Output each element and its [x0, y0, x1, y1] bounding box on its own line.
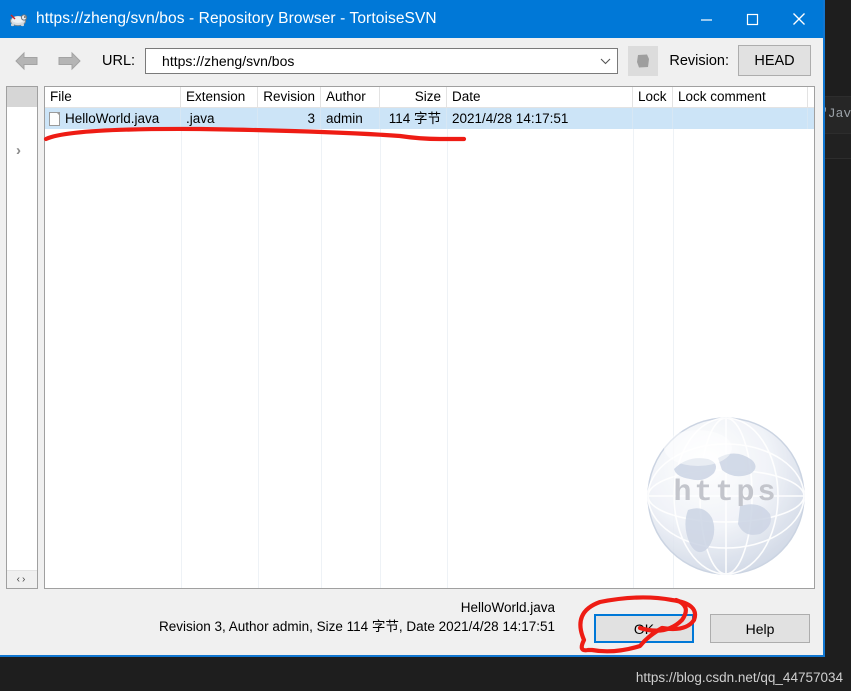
grid-line — [633, 108, 634, 588]
back-arrow-icon — [15, 51, 38, 70]
status-text-block: HelloWorld.java Revision 3, Author admin… — [0, 598, 555, 636]
revision-head-button[interactable]: HEAD — [738, 45, 811, 76]
grid-line — [181, 108, 182, 588]
column-header-size[interactable]: Size — [380, 87, 447, 107]
grid-line — [447, 108, 448, 588]
repository-browser-window: https://zheng/svn/bos - Repository Brows… — [0, 0, 825, 657]
grid-line — [258, 108, 259, 588]
column-header-date[interactable]: Date — [447, 87, 633, 107]
cell-date: 2021/4/28 14:17:51 — [447, 108, 633, 129]
close-button[interactable] — [775, 0, 823, 38]
grid-line — [380, 108, 381, 588]
tortoise-svn-icon — [9, 10, 28, 28]
revision-label: Revision: — [669, 52, 729, 69]
column-header-file[interactable]: File — [45, 87, 181, 107]
blog-url-watermark: https://blog.csdn.net/qq_44757034 — [635, 670, 843, 685]
tree-pane-body[interactable]: › — [7, 107, 37, 570]
repository-tree-pane[interactable]: › ‹ › — [6, 86, 38, 589]
tree-horizontal-scrollbar[interactable]: ‹ › — [7, 570, 37, 588]
cell-lock — [633, 108, 673, 129]
ok-button[interactable]: OK — [594, 614, 694, 643]
status-file-name: HelloWorld.java — [460, 600, 555, 615]
column-header-lock[interactable]: Lock — [633, 87, 673, 107]
repository-file-list[interactable]: File Extension Revision Author Size Date Lock L… — [44, 86, 815, 589]
cell-file: HelloWorld.java — [45, 108, 181, 129]
tree-expander-icon[interactable]: › — [16, 142, 21, 159]
url-toolbar: URL: https://zheng/svn/bos Revision: HEA… — [0, 38, 823, 83]
cell-extension: .java — [181, 108, 258, 129]
status-bar: HelloWorld.java Revision 3, Author admin… — [0, 593, 823, 655]
file-icon — [49, 111, 60, 126]
grid-line — [321, 108, 322, 588]
url-label: URL: — [102, 52, 136, 69]
forward-button[interactable] — [50, 45, 88, 76]
url-combobox[interactable]: https://zheng/svn/bos — [145, 47, 619, 74]
maximize-button[interactable] — [729, 0, 775, 38]
cell-size: 114 字节 — [380, 108, 447, 129]
refresh-icon — [637, 54, 650, 67]
help-button[interactable]: Help — [710, 614, 810, 643]
table-row[interactable]: HelloWorld.java .java 3 admin 114 字节 2021/4/2… — [45, 108, 814, 129]
status-file-detail: Revision 3, Author admin, Size 114 字节, D… — [159, 619, 555, 634]
chevron-down-icon[interactable] — [593, 49, 617, 73]
window-controls — [683, 0, 823, 38]
cell-author: admin — [321, 108, 380, 129]
column-header-extension[interactable]: Extension — [181, 87, 258, 107]
forward-arrow-icon — [58, 51, 81, 70]
minimize-button[interactable] — [683, 0, 729, 38]
back-button[interactable] — [8, 45, 46, 76]
tree-pane-header — [7, 87, 37, 107]
list-column-headers[interactable]: File Extension Revision Author Size Date Lock L… — [45, 87, 814, 108]
url-input[interactable]: https://zheng/svn/bos — [146, 53, 294, 69]
refresh-button[interactable] — [628, 45, 659, 76]
browser-body: › ‹ › File Extension Revision Author Size Date… — [0, 83, 823, 593]
column-header-lock-comment[interactable]: Lock comment — [673, 87, 808, 107]
column-header-revision[interactable]: Revision — [258, 87, 321, 107]
column-header-author[interactable]: Author — [321, 87, 380, 107]
watermark-text: https — [673, 476, 779, 510]
scroll-right-icon[interactable]: › — [22, 574, 27, 585]
cell-file-label: HelloWorld.java — [65, 111, 160, 126]
cell-revision: 3 — [258, 108, 321, 129]
cell-lock_comment — [673, 108, 808, 129]
title-bar[interactable]: https://zheng/svn/bos - Repository Brows… — [0, 0, 823, 38]
https-globe-watermark: https — [644, 414, 808, 578]
list-rows[interactable]: HelloWorld.java .java 3 admin 114 字节 2021/4/2… — [45, 108, 814, 129]
window-title: https://zheng/svn/bos - Repository Brows… — [36, 10, 437, 27]
